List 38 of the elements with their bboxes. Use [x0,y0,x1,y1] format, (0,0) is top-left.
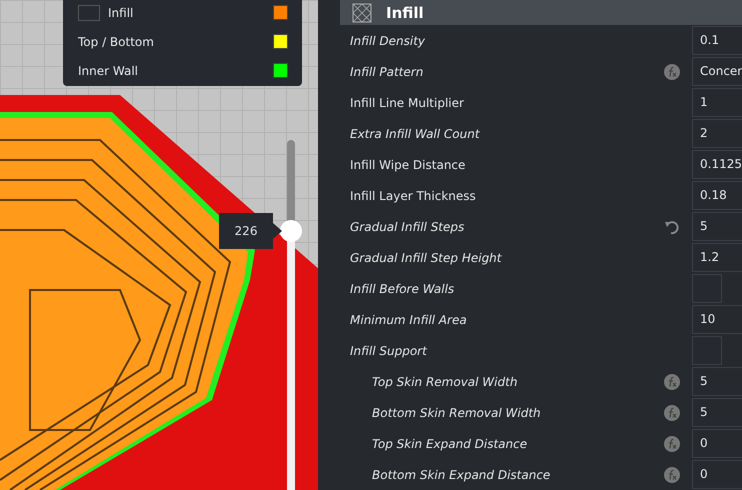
value-field[interactable]: 1 [692,88,742,117]
legend-label: Top / Bottom [78,34,155,48]
value-field[interactable]: 0.1 [692,26,742,55]
setting-label: Top Skin Removal Width [372,374,518,388]
value-field[interactable]: Concer [692,57,742,86]
setting-label: Infill Layer Thickness [350,188,477,202]
setting-label: Gradual Infill Step Height [350,250,503,264]
layer-number-field[interactable]: 226 [219,213,282,249]
value-field[interactable]: 5 [692,367,742,396]
setting-label: Extra Infill Wall Count [350,126,481,140]
legend-label: Infill [108,6,134,20]
setting-label: Top Skin Expand Distance [372,436,528,450]
section-title: Infill [386,4,424,22]
reset-icon[interactable] [664,218,680,234]
value-field[interactable]: 0.18 [692,181,742,210]
setting-label: Infill Support [350,344,428,358]
value-field[interactable]: 0.1125 [692,150,742,179]
value-field[interactable]: 0 [692,460,742,489]
value-field[interactable]: 1.2 [692,243,742,272]
setting-label: Infill Before Walls [350,282,456,296]
infill-pattern-icon [352,2,372,22]
slider-handle[interactable] [280,220,302,242]
setting-label: Infill Wipe Distance [350,158,466,172]
setting-label: Gradual Infill Steps [350,220,466,234]
setting-label: Minimum Infill Area [350,312,468,326]
section-header[interactable]: Infill [340,0,742,25]
collapse-toggle[interactable] [78,4,100,20]
value-field[interactable]: 10 [692,305,742,334]
value-field[interactable]: 0 [692,429,742,458]
value-field[interactable]: 2 [692,119,742,148]
value-field[interactable]: 5 [692,398,742,427]
legend-label: Inner Wall [78,64,139,78]
setting-label: Infill Line Multiplier [350,96,465,110]
setting-label: Bottom Skin Removal Width [372,406,542,420]
setting-label: Infill Pattern [350,64,424,78]
value-field[interactable]: 5 [692,212,742,241]
setting-label: Bottom Skin Expand Distance [372,468,552,482]
setting-label: Infill Density [350,34,426,48]
